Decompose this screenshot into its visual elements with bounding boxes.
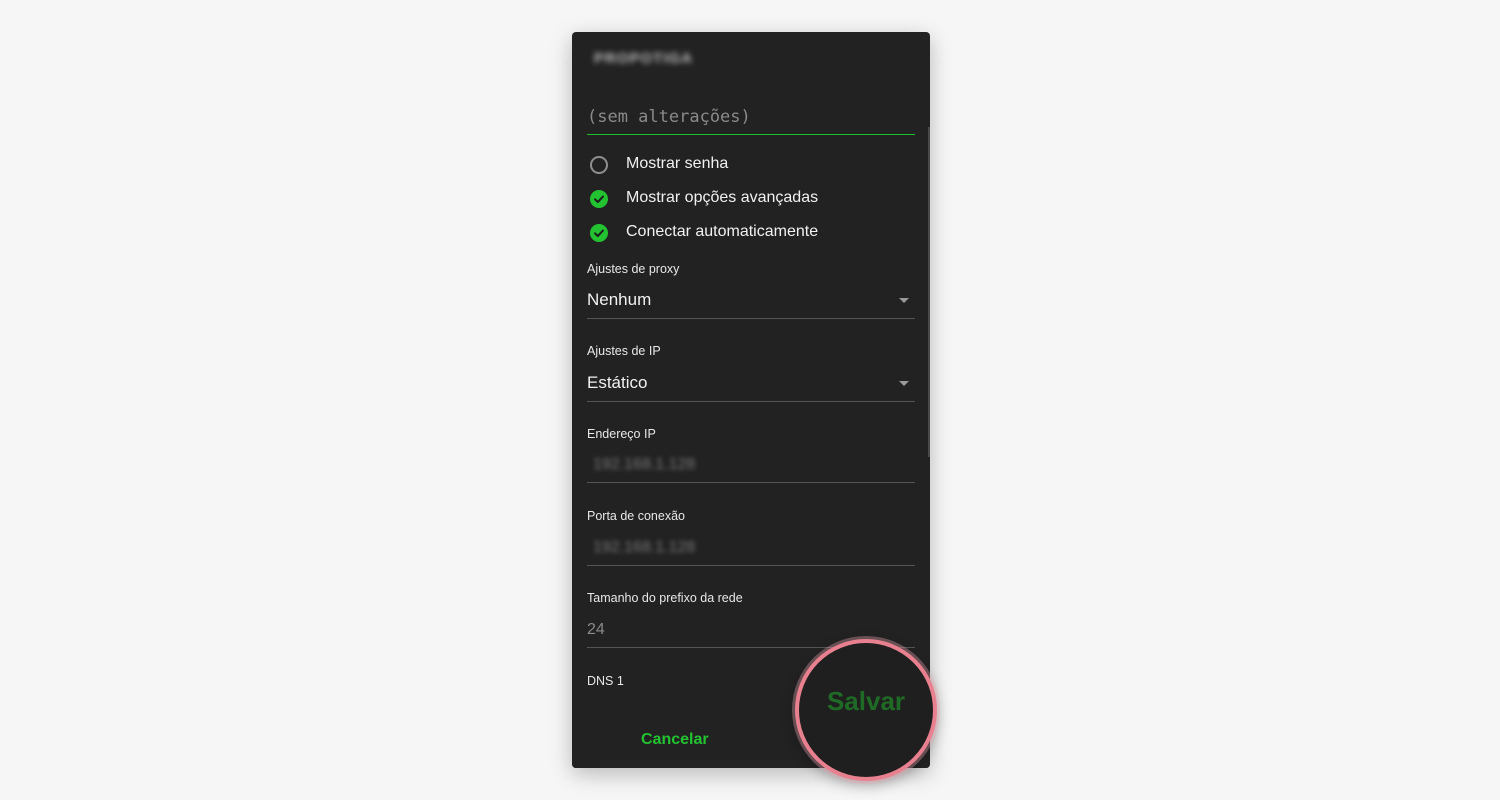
gateway-value: 192.168.1.128 (593, 539, 696, 556)
checked-circle-icon (590, 224, 608, 242)
save-button[interactable]: Salvar (799, 634, 933, 768)
dropdown-arrow-icon (899, 381, 909, 386)
gateway-input[interactable]: 192.168.1.128 (587, 533, 915, 566)
proxy-settings-label: Ajustes de proxy (587, 262, 680, 276)
cancel-button[interactable]: Cancelar (641, 731, 709, 749)
password-placeholder: (sem alterações) (587, 107, 751, 127)
show-advanced-options-label: Mostrar opções avançadas (626, 189, 819, 206)
ip-address-value: 192.168.1.128 (593, 456, 696, 473)
ip-settings-label: Ajustes de IP (587, 344, 661, 358)
unchecked-circle-icon (590, 156, 608, 174)
save-button-highlight: Salvar (795, 639, 937, 781)
checked-circle-icon (590, 190, 608, 208)
show-advanced-options-checkbox[interactable]: Mostrar opções avançadas (590, 188, 910, 210)
password-input[interactable]: (sem alterações) (587, 104, 915, 135)
ip-settings-value: Estático (587, 373, 648, 392)
proxy-settings-select[interactable]: Nenhum (587, 284, 915, 319)
scrollbar[interactable] (928, 127, 930, 457)
dialog-title: PROPOTIGA (594, 50, 694, 67)
dns1-label: DNS 1 (587, 674, 624, 688)
prefix-length-label: Tamanho do prefixo da rede (587, 591, 743, 605)
dropdown-arrow-icon (899, 298, 909, 303)
gateway-label: Porta de conexão (587, 509, 685, 523)
auto-connect-checkbox[interactable]: Conectar automaticamente (590, 222, 910, 244)
ip-address-input[interactable]: 192.168.1.128 (587, 450, 915, 483)
prefix-length-value: 24 (587, 621, 605, 638)
auto-connect-label: Conectar automaticamente (626, 223, 819, 240)
show-password-label: Mostrar senha (626, 155, 729, 172)
show-password-checkbox[interactable]: Mostrar senha (590, 154, 910, 176)
ip-settings-select[interactable]: Estático (587, 367, 915, 402)
proxy-settings-value: Nenhum (587, 290, 652, 309)
ip-address-label: Endereço IP (587, 427, 656, 441)
